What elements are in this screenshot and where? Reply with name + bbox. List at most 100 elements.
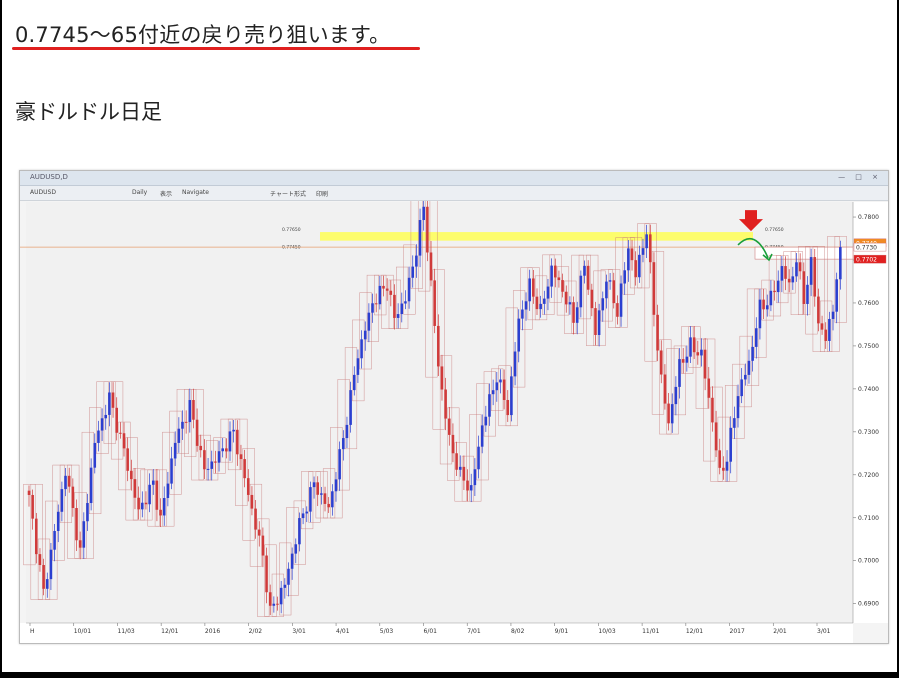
price-tick-label: 0.7500: [858, 343, 879, 350]
candle-body: [257, 529, 261, 536]
candle-body: [502, 379, 506, 400]
candle-body: [331, 491, 334, 508]
candle-body: [279, 587, 283, 605]
candle-body: [371, 303, 374, 313]
candle-body: [49, 549, 53, 580]
candle-body: [35, 518, 38, 555]
candle-body: [649, 234, 652, 263]
candle-body: [210, 461, 214, 469]
toolbar-chart-style[interactable]: チャート形式: [270, 189, 306, 198]
candle-body: [839, 247, 842, 280]
candle-body: [747, 360, 751, 375]
toolbar-timeframe[interactable]: Daily: [132, 189, 147, 196]
time-tick-label: 8/02: [511, 628, 525, 635]
candle-body: [678, 359, 681, 387]
candle-body: [586, 265, 590, 290]
candle-body: [199, 445, 203, 451]
candle-body: [659, 350, 663, 375]
candle-body: [535, 296, 539, 310]
candle-body: [418, 220, 422, 256]
candle-body: [232, 429, 235, 432]
candle-body: [638, 254, 641, 278]
candle-body: [513, 351, 517, 377]
candle-body: [689, 337, 692, 357]
price-tick-label: 0.7200: [858, 472, 879, 479]
candle-body: [594, 308, 597, 335]
time-tick-label: 4/01: [336, 628, 350, 635]
candle-body: [162, 498, 166, 516]
candle-body: [155, 480, 159, 510]
candle-body: [674, 386, 678, 405]
time-tick-label: 7/01: [467, 628, 481, 635]
candle-body: [685, 356, 689, 363]
candle-body: [342, 438, 345, 450]
candle-body: [597, 310, 601, 335]
toolbar-symbol[interactable]: AUDUSD: [30, 189, 56, 196]
candle-body: [261, 535, 265, 556]
candle-body: [203, 450, 206, 470]
candle-body: [568, 302, 572, 305]
candle-body: [433, 280, 436, 326]
candle-body: [188, 400, 192, 423]
candle-body: [473, 469, 477, 486]
candle-body: [765, 305, 769, 310]
candle-body: [835, 279, 838, 312]
candle-body: [707, 378, 711, 398]
candle-body: [692, 337, 696, 353]
candle-body: [645, 234, 648, 249]
toolbar-navigate[interactable]: Navigate: [182, 189, 209, 196]
window-controls[interactable]: — □ ×: [838, 173, 882, 181]
candle-body: [356, 358, 360, 375]
price-tick-label: 0.7300: [858, 429, 879, 436]
heading-underline: [12, 47, 420, 50]
toolbar-print[interactable]: 印刷: [316, 189, 328, 198]
candle-body: [133, 479, 137, 498]
candle-body: [590, 289, 594, 309]
candle-body: [382, 285, 385, 289]
chart-caption: 豪ドルドル日足: [15, 100, 162, 124]
candle-body: [524, 301, 528, 310]
candle-body: [722, 467, 725, 471]
time-tick-label: 2016: [205, 628, 220, 635]
candle-body: [192, 400, 195, 420]
candle-body: [612, 280, 616, 304]
candle-body: [543, 298, 546, 304]
candle-body: [166, 483, 170, 499]
candle-body: [122, 433, 126, 449]
candle-body: [784, 266, 787, 279]
toolbar-view[interactable]: 表示: [160, 189, 172, 198]
candle-body: [407, 277, 411, 302]
candle-body: [265, 555, 268, 593]
candle-body: [736, 396, 740, 419]
candle-body: [480, 425, 484, 447]
candle-body: [42, 565, 45, 589]
candle-body: [758, 299, 762, 329]
price-tick-label: 0.7400: [858, 386, 879, 393]
candle-body: [806, 284, 809, 304]
candle-body: [360, 339, 363, 359]
candle-body: [499, 379, 502, 383]
candle-body: [703, 349, 707, 379]
candle-body: [396, 314, 400, 318]
candle-body: [495, 382, 499, 391]
candle-body: [714, 422, 718, 451]
candle-body: [404, 301, 407, 304]
price-tick-label: 0.7000: [858, 558, 879, 565]
candle-body: [820, 323, 824, 330]
candle-body: [773, 290, 776, 293]
candle-body: [119, 432, 122, 434]
candle-body: [426, 206, 429, 253]
candle-body: [239, 454, 243, 460]
candle-body: [316, 482, 320, 495]
candle-body: [82, 521, 86, 548]
candle-body: [458, 466, 462, 470]
candle-body: [367, 312, 371, 331]
candle-body: [27, 490, 31, 495]
candle-body: [214, 461, 217, 463]
candle-body: [700, 349, 703, 356]
candle-body: [38, 554, 42, 566]
candle-body: [469, 485, 473, 491]
candle-body: [301, 513, 305, 519]
time-tick-label: 12/01: [686, 628, 703, 635]
candle-body: [429, 252, 433, 281]
